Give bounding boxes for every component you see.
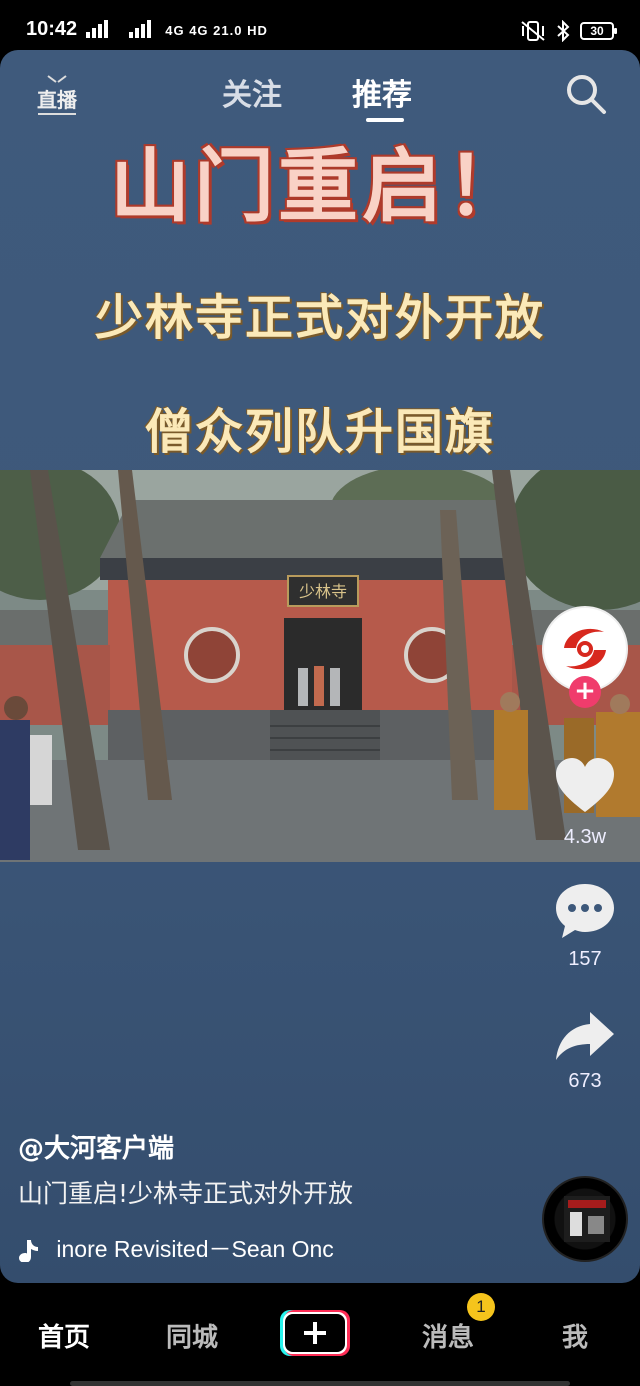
messages-badge: 1 <box>467 1293 495 1321</box>
comment-count: 157 <box>568 948 602 970</box>
follow-plus-button[interactable]: + <box>569 676 601 708</box>
music-track[interactable]: inore Revisited－Sean Onc <box>18 1230 358 1262</box>
tab-nearby[interactable]: 同城 <box>166 1317 218 1354</box>
status-time: 10:42 <box>26 18 78 40</box>
live-label: 直播 <box>37 88 77 112</box>
tab-messages[interactable]: 消息 <box>422 1317 474 1354</box>
video-headline-subtitle: 少林寺正式对外开放 <box>94 290 545 346</box>
tab-home[interactable]: 首页 <box>38 1317 90 1354</box>
share-icon[interactable] <box>554 1006 616 1068</box>
video-headline-title: 山门重启！ <box>110 140 530 233</box>
network-indicator: 4G 4G 21.0 HD <box>86 20 268 38</box>
top-nav: 直播 关注 推荐 <box>0 68 640 128</box>
tab-me[interactable]: 我 <box>562 1317 588 1354</box>
bluetooth-icon <box>557 20 570 42</box>
music-note-icon <box>19 1239 38 1262</box>
search-icon[interactable] <box>564 72 608 116</box>
home-indicator <box>70 1381 570 1386</box>
music-disc[interactable] <box>542 1176 628 1262</box>
video-headline-subtitle-2: 僧众列队升国旗 <box>144 404 495 460</box>
network-text: 4G 4G 21.0 HD <box>165 23 268 38</box>
battery-icon: 30 <box>580 22 617 40</box>
status-right: 30 <box>520 20 617 42</box>
vibrate-icon <box>521 21 545 41</box>
video-caption: 山门重启!少林寺正式对外开放 <box>18 1179 354 1208</box>
temple-plaque: 少林寺 <box>299 582 347 601</box>
live-button[interactable]: 直播 <box>34 74 80 118</box>
comment-icon[interactable] <box>554 880 616 942</box>
bottom-tab-bar: 首页 同城 消息 1 我 <box>0 1283 640 1386</box>
music-title: inore Revisited－Sean Onc <box>56 1236 334 1262</box>
tab-follow[interactable]: 关注 <box>222 70 282 114</box>
tab-recommend[interactable]: 推荐 <box>352 70 412 114</box>
signal-icon <box>128 20 151 38</box>
like-count: 4.3w <box>563 826 607 848</box>
album-cover-icon <box>564 1196 610 1242</box>
video-player[interactable]: 直播 关注 推荐 山门重启！ 少林寺正式对外开放 僧众列队升国旗 少林寺 + 4… <box>0 50 640 1283</box>
author-name[interactable]: @大河客户端 <box>18 1128 174 1165</box>
heart-icon[interactable] <box>554 756 616 818</box>
share-count: 673 <box>568 1070 602 1092</box>
signal-icon <box>86 20 108 38</box>
create-button[interactable] <box>280 1310 350 1356</box>
